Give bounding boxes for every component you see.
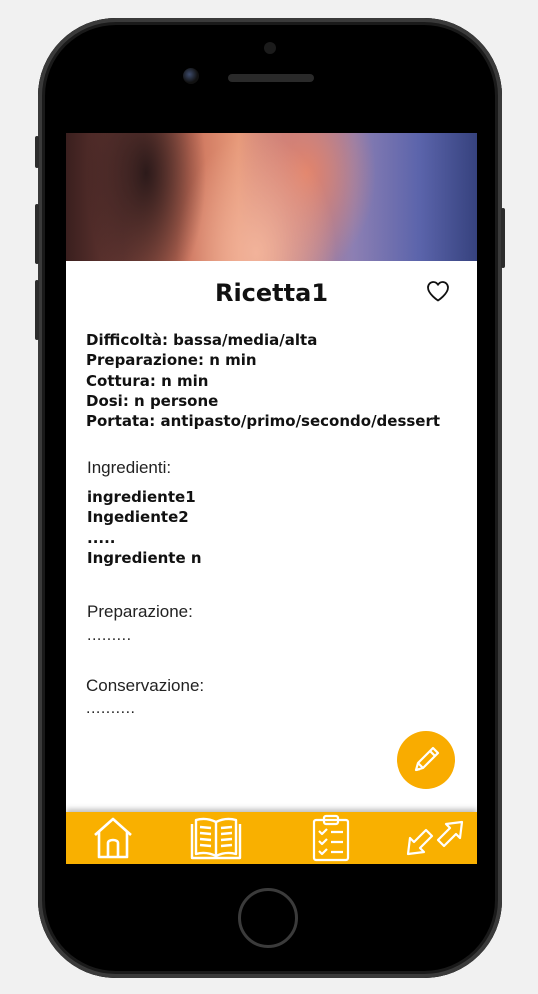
prep-time-text: Preparazione: n min (86, 351, 257, 370)
list-item: Ingediente2 (87, 508, 189, 527)
shuffle-arrows-icon (406, 820, 464, 856)
preparation-text: ......... (87, 627, 132, 644)
storage-label: Conservazione: (86, 676, 205, 695)
ingredients-label: Ingredienti: (87, 458, 172, 477)
nav-random[interactable] (404, 814, 466, 862)
heart-outline-icon[interactable] (426, 280, 450, 302)
ingredients-list: ingrediente1 Ingediente2 ..... Ingredien… (87, 487, 202, 568)
home-icon (94, 817, 132, 859)
list-item: Ingrediente n (87, 548, 202, 567)
recipe-header-image (66, 133, 477, 261)
home-hardware-button[interactable] (238, 888, 298, 948)
volume-up-button (35, 204, 39, 264)
app-screen: Ricetta1 Difficoltà: bassa/media/alta Pr… (66, 133, 477, 864)
nav-recipes[interactable] (188, 814, 244, 862)
book-icon (190, 817, 242, 860)
recipe-title: Ricetta1 (214, 279, 329, 307)
servings-text: Dosi: n persone (86, 391, 219, 410)
storage-text: .......... (86, 700, 136, 717)
cooking-time-text: Cottura: n min (86, 371, 209, 390)
clipboard-checklist-icon (312, 814, 350, 862)
mute-switch (35, 136, 39, 168)
difficulty-text: Difficoltà: bassa/media/alta (86, 331, 318, 349)
edit-button[interactable] (397, 731, 455, 789)
course-text: Portata: antipasto/primo/secondo/dessert (86, 412, 441, 431)
pencil-icon (414, 746, 440, 772)
list-item: ..... (87, 528, 116, 547)
nav-home[interactable] (88, 814, 138, 862)
nav-lists[interactable] (308, 814, 354, 862)
proximity-sensor (264, 42, 276, 54)
list-item: ingrediente1 (87, 488, 196, 506)
recipe-info: Difficoltà: bassa/media/alta Preparazion… (86, 330, 471, 431)
bottom-navigation (66, 812, 477, 864)
front-camera (183, 68, 199, 84)
preparation-label: Preparazione: (87, 602, 193, 621)
power-button (501, 208, 505, 268)
volume-down-button (35, 280, 39, 340)
earpiece-speaker (228, 74, 314, 82)
